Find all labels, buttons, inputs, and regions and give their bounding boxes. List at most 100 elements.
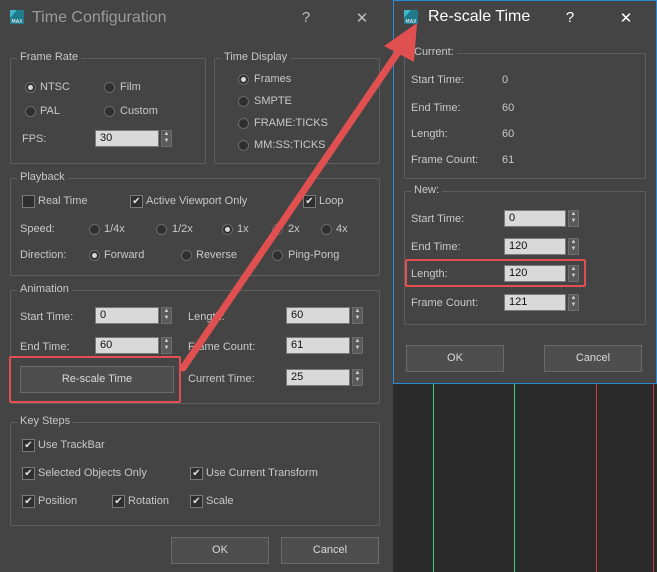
radio-speed-half-label: 1/2x [172,223,193,235]
3dsmax-logo-icon: MAX [404,10,418,25]
radio-smpte[interactable] [238,96,249,107]
current-start-time-label: Start Time: [411,74,465,86]
end-time-input[interactable]: 60 [95,337,159,354]
checkbox-use-current-transform[interactable]: ✔ [190,467,203,480]
viewport-line-red [653,384,654,572]
radio-speed-1x[interactable] [222,224,233,235]
checkbox-active-viewport-only[interactable]: ✔ [130,195,143,208]
cancel-button[interactable]: Cancel [281,537,379,564]
close-button[interactable]: ✕ [352,9,372,27]
new-end-time-input[interactable]: 120 [504,238,566,255]
viewport-area [393,384,657,572]
spinner-arrows-icon[interactable]: ▲ ▼ [568,294,579,311]
checkbox-loop[interactable]: ✔ [303,195,316,208]
radio-ntsc[interactable] [25,82,36,93]
checkbox-real-time[interactable] [22,195,35,208]
checkbox-rotation[interactable]: ✔ [112,495,125,508]
speed-label: Speed: [20,223,55,235]
radio-frames[interactable] [238,74,249,85]
3dsmax-logo-icon: MAX [10,10,24,25]
group-label: Key Steps [17,415,74,427]
length-input[interactable]: 60 [286,307,350,324]
current-time-label: Current Time: [188,373,255,385]
title-bar: MAX Re-scale Time ? ✕ [394,1,656,37]
checkbox-scale-label: Scale [206,495,234,507]
group-label: New: [411,184,443,196]
cancel-button[interactable]: Cancel [544,345,642,372]
title-bar: MAX Time Configuration ? ✕ [0,0,393,36]
radio-ping-pong[interactable] [272,250,283,261]
group-label: Time Display [221,51,291,63]
radio-speed-quarter-label: 1/4x [104,223,125,235]
spinner-arrows-icon[interactable]: ▲ ▼ [161,130,172,147]
radio-ntsc-label: NTSC [40,81,70,93]
rescale-time-dialog: MAX Re-scale Time ? ✕ Current: Start Tim… [393,0,657,384]
radio-pal[interactable] [25,106,36,117]
fps-spinner[interactable]: 30 ▲ ▼ [95,130,173,147]
spinner-arrows-icon[interactable]: ▲ ▼ [161,307,172,324]
checkbox-rotation-label: Rotation [128,495,169,507]
current-length-label: Length: [411,128,448,140]
radio-mmss-ticks-label: MM:SS:TICKS [254,139,326,151]
checkbox-real-time-label: Real Time [38,195,88,207]
new-start-time-spinner[interactable]: 0 ▲ ▼ [504,210,580,227]
end-time-label: End Time: [20,341,70,353]
help-button[interactable]: ? [296,9,316,26]
radio-frame-ticks[interactable] [238,118,249,129]
spinner-arrows-icon[interactable]: ▲ ▼ [568,238,579,255]
close-button[interactable]: ✕ [616,9,636,27]
radio-mmss-ticks[interactable] [238,140,249,151]
checkbox-selected-objects-only-label: Selected Objects Only [38,467,147,479]
length-spinner[interactable]: 60 ▲ ▼ [286,307,364,324]
ok-button[interactable]: OK [406,345,504,372]
new-start-time-input[interactable]: 0 [504,210,566,227]
current-time-input[interactable]: 25 [286,369,350,386]
radio-frame-ticks-label: FRAME:TICKS [254,117,328,129]
spinner-arrows-icon[interactable]: ▲ ▼ [568,210,579,227]
frame-count-spinner[interactable]: 61 ▲ ▼ [286,337,364,354]
radio-custom[interactable] [104,106,115,117]
radio-speed-half[interactable] [156,224,167,235]
start-time-input[interactable]: 0 [95,307,159,324]
group-label: Animation [17,283,72,295]
new-frame-count-input[interactable]: 121 [504,294,566,311]
radio-forward-label: Forward [104,249,145,261]
start-time-spinner[interactable]: 0 ▲ ▼ [95,307,173,324]
spinner-arrows-icon[interactable]: ▲ ▼ [352,369,363,386]
checkbox-use-trackbar[interactable]: ✔ [22,439,35,452]
radio-pal-label: PAL [40,105,60,117]
start-time-label: Start Time: [20,311,74,323]
group-label: Current: [411,46,457,58]
spinner-arrows-icon[interactable]: ▲ ▼ [352,307,363,324]
radio-speed-2x[interactable] [272,224,283,235]
current-time-spinner[interactable]: 25 ▲ ▼ [286,369,364,386]
ok-button[interactable]: OK [171,537,269,564]
frame-count-input[interactable]: 61 [286,337,350,354]
group-label: Frame Rate [17,51,82,63]
checkbox-selected-objects-only[interactable]: ✔ [22,467,35,480]
end-time-spinner[interactable]: 60 ▲ ▼ [95,337,173,354]
new-end-time-spinner[interactable]: 120 ▲ ▼ [504,238,580,255]
checkbox-use-current-transform-label: Use Current Transform [206,467,318,479]
spinner-arrows-icon[interactable]: ▲ ▼ [352,337,363,354]
fps-input[interactable]: 30 [95,130,159,147]
new-frame-count-spinner[interactable]: 121 ▲ ▼ [504,294,580,311]
checkbox-position[interactable]: ✔ [22,495,35,508]
help-button[interactable]: ? [560,9,580,26]
viewport-line-green [514,384,515,572]
radio-forward[interactable] [89,250,100,261]
radio-reverse-label: Reverse [196,249,237,261]
checkbox-active-viewport-only-label: Active Viewport Only [146,195,248,207]
radio-speed-4x[interactable] [321,224,332,235]
radio-film[interactable] [104,82,115,93]
group-label: Playback [17,171,68,183]
dialog-title: Time Configuration [32,9,167,26]
radio-reverse[interactable] [181,250,192,261]
checkbox-scale[interactable]: ✔ [190,495,203,508]
svg-text:MAX: MAX [11,19,23,25]
radio-speed-quarter[interactable] [89,224,100,235]
viewport-line-red [596,384,597,572]
spinner-arrows-icon[interactable]: ▲ ▼ [161,337,172,354]
radio-smpte-label: SMPTE [254,95,292,107]
direction-label: Direction: [20,249,67,261]
